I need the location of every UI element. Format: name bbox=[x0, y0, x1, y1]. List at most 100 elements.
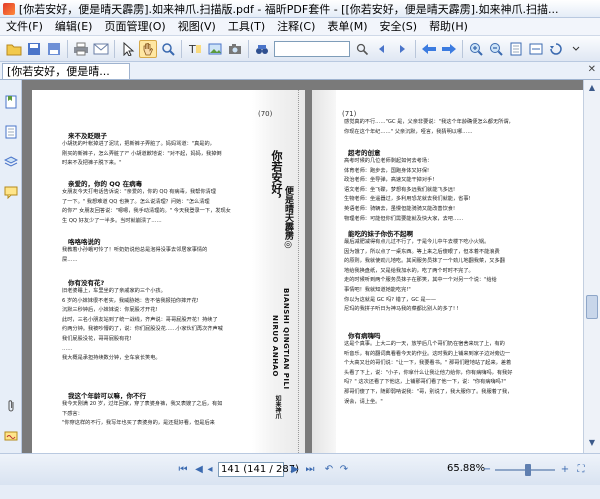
book-spine-strip bbox=[312, 90, 336, 453]
menu-tools[interactable]: 工具(T) bbox=[222, 18, 271, 36]
article-paragraph: 旧老婆睡上，车里坐的了亲戚家的三个小孩。 6 岁的小妹妹很不老实，我威胁她：告不信… bbox=[62, 288, 223, 362]
email-icon[interactable] bbox=[92, 40, 110, 58]
select-text-icon[interactable] bbox=[119, 40, 137, 58]
fullscreen-icon[interactable]: ⛶ bbox=[574, 463, 588, 477]
back-view-icon[interactable]: ↶ bbox=[322, 463, 336, 477]
next-page-icon[interactable]: ▶ bbox=[288, 463, 302, 477]
foxit-app-icon bbox=[3, 2, 15, 15]
main-toolbar: T bbox=[0, 36, 600, 62]
article-heading: 我这个年龄可以嘛，你不行 bbox=[68, 392, 146, 400]
find-icon[interactable] bbox=[253, 40, 271, 58]
article-list: 高考时候的几位老师剩起如何去考场： 体育老师：跑步去，国跑身体又好保! 政治老师：坐… bbox=[344, 158, 471, 222]
svg-text:T: T bbox=[188, 43, 196, 56]
menu-edit[interactable]: 编辑(E) bbox=[49, 18, 99, 36]
article-paragraph: 感觉真的不行……"GC 是，父亲非要说："我这个年龄确便怎么都无所谓， 你现在这个… bbox=[344, 119, 514, 135]
close-tab-icon[interactable]: ✕ bbox=[588, 64, 596, 75]
scroll-down-icon[interactable]: ▼ bbox=[586, 437, 598, 449]
forward-arrow-icon[interactable] bbox=[440, 40, 458, 58]
toolbar-separator bbox=[415, 39, 416, 58]
comments-panel-icon[interactable] bbox=[4, 184, 18, 200]
article-heading: 你有病嗨吗 bbox=[348, 332, 381, 340]
window-title: [你若安好，便是晴天霹雳].如来神爪.扫描版.pdf - 福昕PDF套件 - [… bbox=[18, 2, 559, 16]
menu-comment[interactable]: 注释(C) bbox=[271, 18, 321, 36]
menu-help[interactable]: 帮助(H) bbox=[423, 18, 474, 36]
next-icon[interactable] bbox=[393, 40, 411, 58]
more-icon[interactable] bbox=[567, 40, 585, 58]
page-number: (71) bbox=[342, 110, 357, 118]
cover-title-line-2: 便是晴天霹雳◎ bbox=[283, 186, 293, 250]
zoom-out-icon[interactable] bbox=[487, 40, 505, 58]
image-icon[interactable] bbox=[206, 40, 224, 58]
cover-pinyin-line-1: NIRUO ANHAO bbox=[271, 315, 279, 377]
article-heading: 超考的创意 bbox=[348, 149, 381, 157]
article-paragraph: 小胡抚的叶帐掉进了泥坑，把新裤子弄脏了。妈妈骂道："真是的， 刚买的新裤子，怎么弄… bbox=[62, 141, 222, 167]
bottom-border bbox=[0, 485, 600, 499]
menu-page-management[interactable]: 页面管理(O) bbox=[98, 18, 171, 36]
toolbar-separator bbox=[181, 39, 182, 58]
menu-file[interactable]: 文件(F) bbox=[0, 18, 49, 36]
print-icon[interactable] bbox=[72, 40, 90, 58]
search-input[interactable] bbox=[274, 40, 350, 57]
hand-tool-icon[interactable] bbox=[139, 39, 157, 58]
menu-security[interactable]: 安全(S) bbox=[373, 18, 423, 36]
document-tab-bar: [你若安好，便是晴... bbox=[0, 62, 600, 80]
toolbar-separator bbox=[248, 39, 249, 58]
attachment-icon[interactable] bbox=[4, 398, 18, 414]
save-as-icon[interactable] bbox=[45, 40, 63, 58]
fit-page-icon[interactable] bbox=[507, 40, 525, 58]
first-page-icon[interactable]: ⏮ bbox=[176, 463, 190, 477]
zoom-slider-knob[interactable] bbox=[525, 464, 531, 476]
bookmark-panel-icon[interactable] bbox=[4, 94, 18, 110]
last-page-icon[interactable]: ⏭ bbox=[303, 463, 317, 477]
document-viewer[interactable]: (70) 来不及眨眼子 小胡抚的叶帐掉进了泥坑，把新裤子弄脏了。妈妈骂道："真是… bbox=[22, 80, 600, 453]
fit-width-icon[interactable] bbox=[527, 40, 545, 58]
article-heading: 你有没有花? bbox=[68, 279, 105, 287]
search-options-icon[interactable] bbox=[353, 40, 371, 58]
menu-form[interactable]: 表单(M) bbox=[321, 18, 373, 36]
page-number-input[interactable]: 141 (141 / 287) bbox=[218, 462, 299, 477]
page-thumbnail-icon[interactable] bbox=[4, 124, 18, 140]
zoom-in-button-icon[interactable]: + bbox=[558, 463, 572, 477]
article-paragraph: 我教着小孙蛾可怜了！听奶奶说他总是泡得没事去邻居家事情的 屎…… bbox=[62, 247, 208, 263]
page-number: (70) bbox=[258, 110, 273, 118]
signature-panel-icon[interactable] bbox=[4, 428, 18, 444]
title-bar: [你若安好，便是晴天霹雳].如来神爪.扫描版.pdf - 福昕PDF套件 - [… bbox=[0, 0, 600, 18]
open-folder-icon[interactable] bbox=[5, 40, 23, 58]
layers-icon[interactable] bbox=[4, 154, 18, 170]
back-arrow-icon[interactable] bbox=[420, 40, 438, 58]
zoom-out-button-icon[interactable]: − bbox=[480, 463, 494, 477]
cover-author: 如来神爪 bbox=[274, 395, 281, 419]
save-icon[interactable] bbox=[25, 40, 43, 58]
cover-pinyin-line-2: BIANSHI QINGTIAN PILI bbox=[282, 288, 290, 390]
vertical-scrollbar[interactable]: ▲ ▼ bbox=[583, 80, 600, 453]
left-navigation-panel bbox=[0, 80, 22, 485]
toolbar-separator bbox=[67, 39, 68, 58]
rotate-icon[interactable] bbox=[547, 40, 565, 58]
article-heading: 来不及眨眼子 bbox=[68, 132, 107, 140]
pdf-page-right: (71) 感觉真的不行……"GC 是，父亲非要说："我这个年龄确便怎么都无所谓，… bbox=[312, 90, 585, 453]
article-paragraph: 这是个真事。上大二的一天，放学后几个哥们奶在宿舍来玩了上，有的 听音乐，有的翻词典… bbox=[344, 341, 513, 405]
document-tab[interactable]: [你若安好，便是晴... bbox=[2, 63, 130, 79]
status-bar: ⏮ ◀ ◂ 141 (141 / 287) ▶ ⏭ ↶ ↷ 65.88% − +… bbox=[0, 453, 600, 485]
text-select-icon[interactable]: T bbox=[186, 40, 204, 58]
forward-view-icon[interactable]: ↷ bbox=[337, 463, 351, 477]
toolbar-separator bbox=[114, 39, 115, 58]
pdf-page-left: (70) 来不及眨眼子 小胡抚的叶帐掉进了泥坑，把新裤子弄脏了。妈妈骂道："真是… bbox=[32, 90, 305, 453]
scroll-up-icon[interactable]: ▲ bbox=[586, 82, 598, 94]
scrollbar-thumb[interactable] bbox=[586, 295, 598, 319]
article-paragraph: 最后减肥减得有点儿过不行了，于是今儿中午去楼下吃小火锅。 因为饿了，所以点了一桌东… bbox=[344, 239, 505, 313]
previous-page-arrow-icon[interactable]: ◂ bbox=[203, 463, 217, 477]
snapshot-icon[interactable] bbox=[159, 40, 177, 58]
zoom-in-icon[interactable] bbox=[467, 40, 485, 58]
toolbar-separator bbox=[462, 39, 463, 58]
article-heading: 亲爱的，你的 QQ 在病毒 bbox=[68, 180, 143, 188]
article-heading: 能吃的妹子你伤不起啊 bbox=[348, 230, 413, 238]
menu-bar: 文件(F) 编辑(E) 页面管理(O) 视图(V) 工具(T) 注释(C) 表单… bbox=[0, 18, 600, 36]
camera-icon[interactable] bbox=[226, 40, 244, 58]
article-heading: 咯咯咯说的 bbox=[68, 238, 101, 246]
menu-view[interactable]: 视图(V) bbox=[172, 18, 222, 36]
article-paragraph: 女朋友今天打电话告诉说："亲爱的，你的 QQ 有病毒，我帮你清理 了一下。" 我想… bbox=[62, 189, 231, 224]
page-fold-line bbox=[298, 90, 299, 453]
previous-icon[interactable] bbox=[373, 40, 391, 58]
article-paragraph: 我今天刚满 20 岁，过年回家，穿了表婆身裤，我又表嫂了之后，有如 下感言： "你穿… bbox=[62, 401, 223, 427]
